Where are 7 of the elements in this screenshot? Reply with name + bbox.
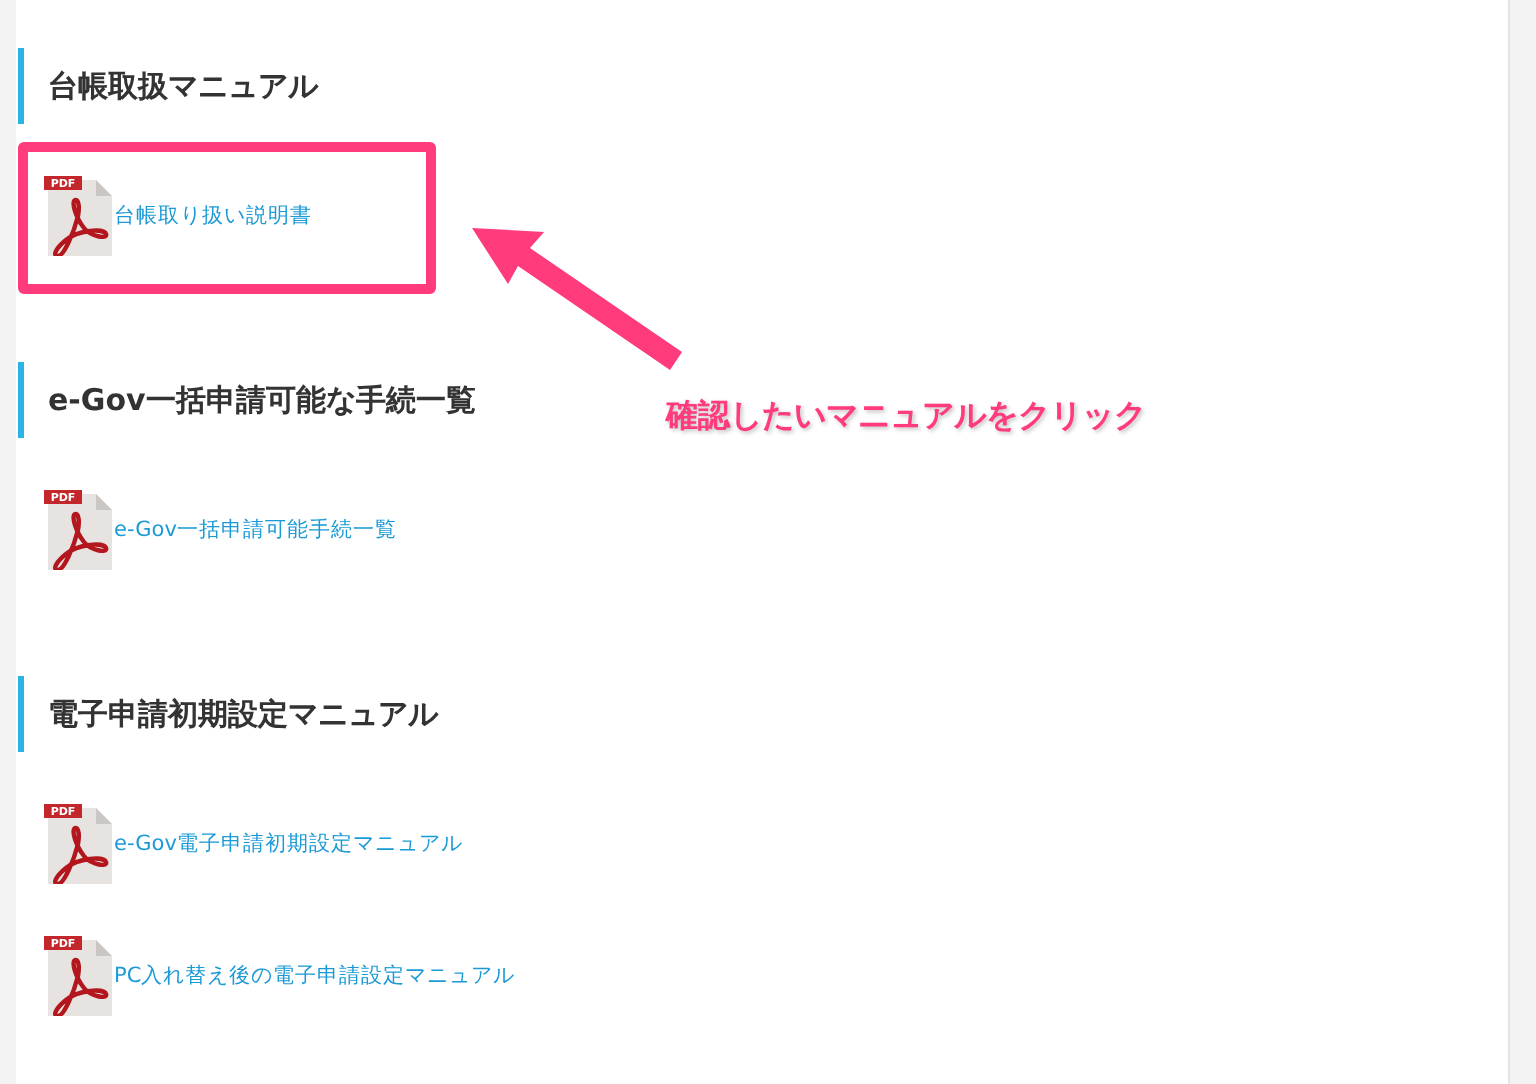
section-heading: 電子申請初期設定マニュアル (18, 676, 1508, 752)
annotation-text: 確認したいマニュアルをクリック (666, 396, 1146, 438)
manual-link[interactable]: 台帳取り扱い説明書 (114, 202, 312, 230)
section-heading: 台帳取扱マニュアル (18, 48, 1508, 124)
manual-link[interactable]: PC入れ替え後の電子申請設定マニュアル (114, 962, 516, 990)
manual-link[interactable]: e-Gov一括申請可能手続一覧 (114, 516, 397, 544)
manual-link[interactable]: e-Gov電子申請初期設定マニュアル (114, 830, 463, 858)
